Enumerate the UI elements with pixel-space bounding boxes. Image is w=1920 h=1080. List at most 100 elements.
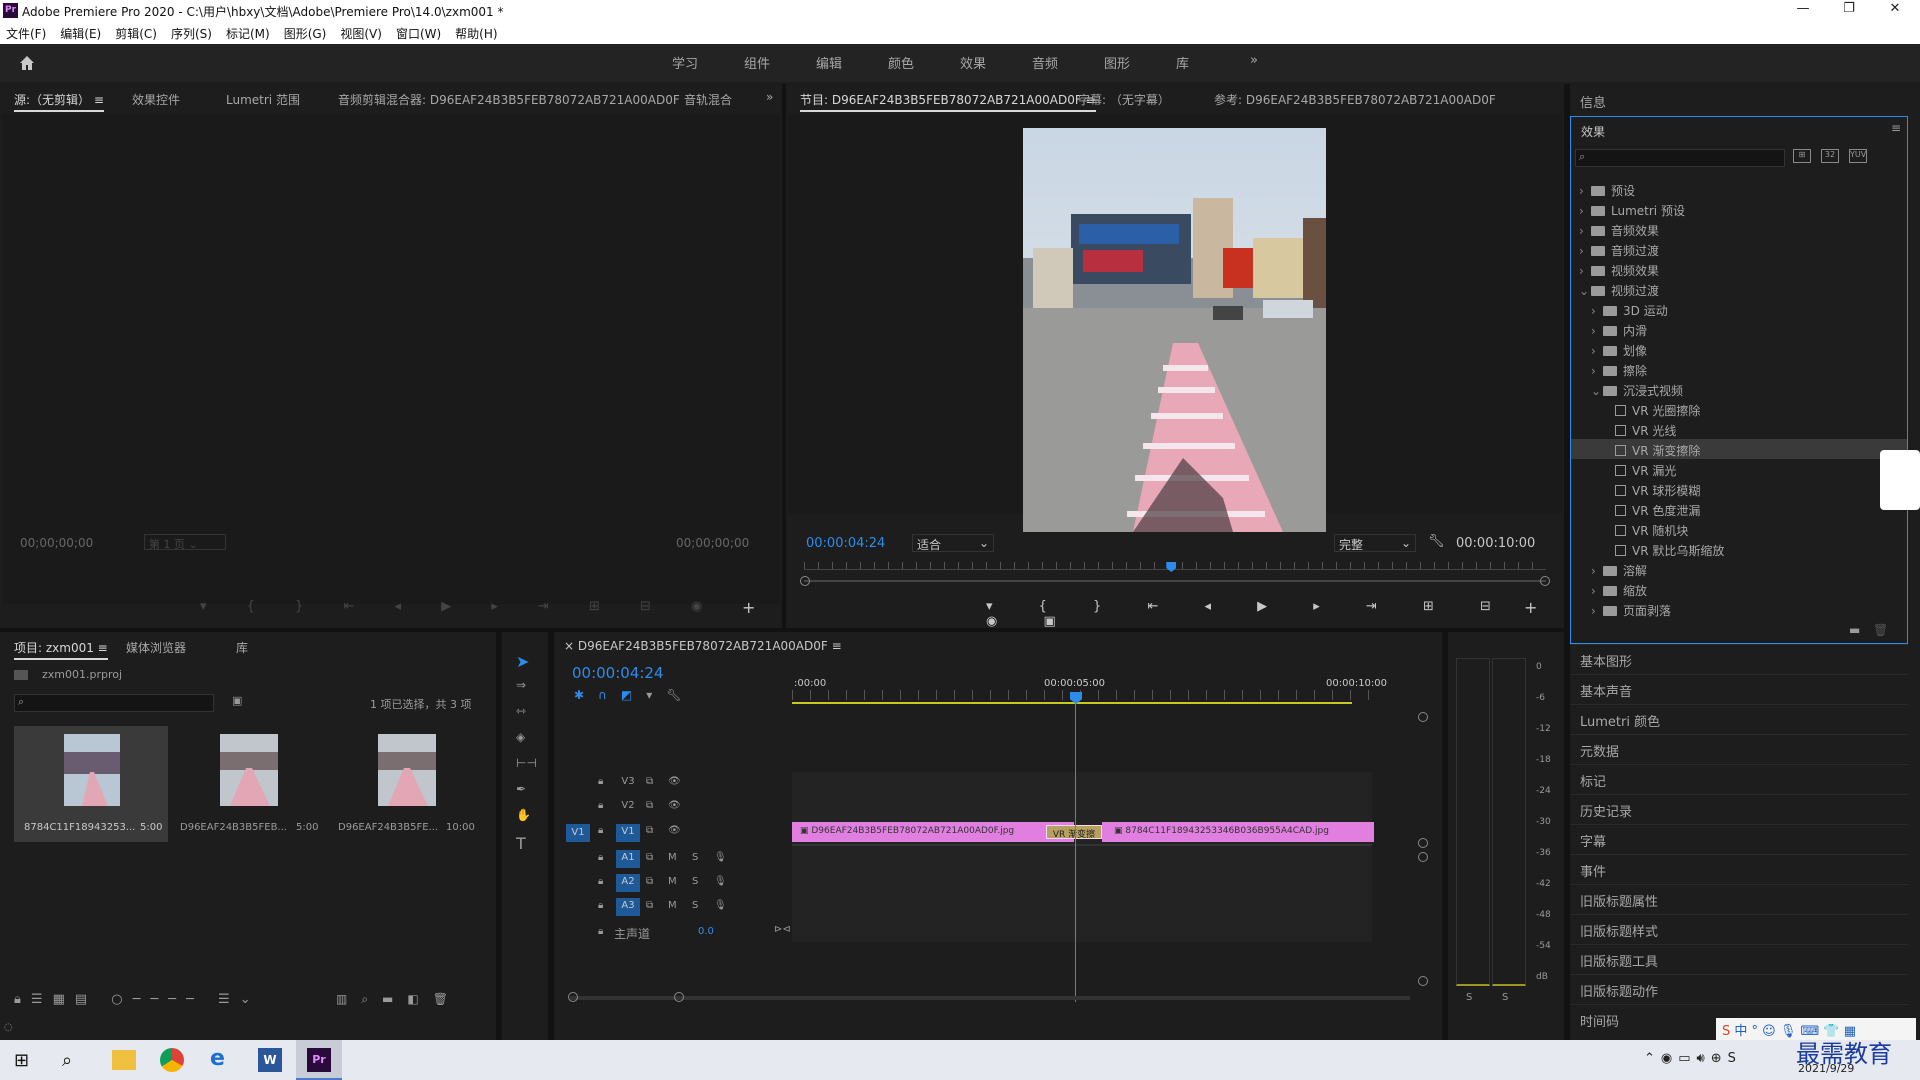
vertical-scroll-handle[interactable] [1418, 838, 1428, 848]
tab-source[interactable]: 源:（无剪辑） ≡ [14, 91, 104, 112]
effects-menu-icon[interactable]: ≡ [1891, 121, 1901, 135]
chevron-right-icon[interactable]: › [1591, 364, 1603, 378]
effects-tree-item[interactable]: VR 色度泄漏 [1571, 499, 1907, 519]
lock-icon[interactable]: 🔒︎ [598, 776, 603, 787]
track-label[interactable]: A1 [616, 850, 640, 868]
mute-button[interactable]: M [668, 876, 677, 887]
ripple-edit-tool-icon[interactable]: ⇿ [516, 704, 526, 718]
file-explorer-icon[interactable] [112, 1050, 136, 1070]
track-label[interactable]: A3 [616, 898, 640, 916]
workspace-audio[interactable]: 音频 [1032, 53, 1058, 72]
tab-program[interactable]: 节目: D96EAF24B3B5FEB78072AB721A00AD0F ≡ [800, 91, 1096, 112]
effects-tree-item[interactable]: ⌄ 视频过渡 [1571, 279, 1907, 299]
quality-select[interactable]: 完整 ⌄ [1334, 534, 1416, 552]
track-label[interactable]: V2 [616, 800, 640, 811]
fit-select[interactable]: 适合 ⌄ [912, 534, 994, 552]
timeline-zoom-handle[interactable] [674, 992, 684, 1002]
work-area-bar[interactable] [792, 702, 1352, 704]
project-item[interactable]: D96EAF24B3B5FE... 10:00 [330, 726, 484, 842]
effects-tree-item[interactable]: › 划像 [1571, 339, 1907, 359]
mic-icon[interactable]: 🎙︎ [714, 852, 727, 863]
scroll-handle[interactable] [1880, 450, 1920, 510]
timeline-clip[interactable]: ▣ D96EAF24B3B5FEB78072AB721A00AD0F.jpg [792, 822, 1074, 842]
minimize-icon[interactable]: — [1780, 1, 1826, 21]
menu-file[interactable]: 文件(F) [6, 25, 46, 42]
tab-audio-track-mixer[interactable]: 音轨混合 [684, 91, 744, 108]
lock-icon[interactable]: 🔒︎ [598, 852, 603, 863]
effects-tree-item[interactable]: VR 默比乌斯缩放 [1571, 539, 1907, 559]
solo-button[interactable]: S [692, 852, 698, 863]
side-panel-tab[interactable]: 标记 [1570, 764, 1908, 793]
effects-tree-item[interactable]: VR 球形模糊 [1571, 479, 1907, 499]
selection-tool-icon[interactable]: ➤ [516, 652, 529, 671]
side-panel-tab[interactable]: 旧版标题工具 [1570, 944, 1908, 973]
new-search-bin-icon[interactable]: ▣ [232, 694, 242, 707]
track-label[interactable]: V3 [616, 776, 640, 787]
effects-tree-item[interactable]: › 缩放 [1571, 579, 1907, 599]
meter-solo-button[interactable]: S [1466, 992, 1472, 1003]
track-select-tool-icon[interactable]: ⇒ [516, 678, 526, 692]
eye-icon[interactable]: 👁︎ [668, 776, 681, 787]
workspace-libraries[interactable]: 库 [1176, 53, 1189, 72]
slip-tool-icon[interactable]: ⊢⊣ [516, 756, 537, 770]
vertical-scroll-handle[interactable] [1418, 976, 1428, 986]
lock-icon[interactable]: 🔒︎ [598, 900, 603, 911]
timeline-scrollbar[interactable] [570, 996, 1410, 1000]
effects-tree-item[interactable]: › 擦除 [1571, 359, 1907, 379]
program-playhead[interactable] [1166, 562, 1177, 572]
source-patch-v1[interactable]: V1 [566, 824, 590, 842]
timeline-timecode[interactable]: 00:00:04:24 [572, 664, 664, 682]
timeline-zoom-handle[interactable] [568, 992, 578, 1002]
workspace-graphics[interactable]: 图形 [1104, 53, 1130, 72]
timeline-tools[interactable]: ✱∩◩▾🔧︎ [574, 688, 695, 702]
restore-icon[interactable]: ❐ [1826, 1, 1872, 21]
project-item[interactable]: D96EAF24B3B5FEB... 5:00 [172, 726, 326, 842]
master-volume-value[interactable]: 0.0 [698, 926, 714, 937]
side-panel-tab[interactable]: 元数据 [1570, 734, 1908, 763]
lock-icon[interactable]: 🔒︎ [598, 825, 603, 836]
search-icon[interactable]: ⌕ [62, 1050, 72, 1071]
mute-button[interactable]: M [668, 900, 677, 911]
side-panel-tab[interactable]: 旧版标题样式 [1570, 914, 1908, 943]
program-timecode[interactable]: 00:00:04:24 [806, 536, 885, 551]
effects-tree-item[interactable]: › 页面剥落 [1571, 599, 1907, 619]
effects-tree-item[interactable]: › 3D 运动 [1571, 299, 1907, 319]
project-item[interactable]: 8784C11F18943253... 5:00 [14, 726, 168, 842]
timeline-clip[interactable]: ▣ 8784C11F18943253346B036B955A4CAD.jpg [1102, 822, 1374, 842]
sync-icon[interactable]: ⧉ [646, 876, 653, 887]
tab-lumetri-scopes[interactable]: Lumetri 范围 [226, 91, 300, 108]
effects-title[interactable]: 效果 [1581, 123, 1605, 140]
sync-icon[interactable]: ⧉ [646, 852, 653, 863]
effects-tree-item[interactable]: VR 光线 [1571, 419, 1907, 439]
chrome-icon[interactable] [160, 1048, 184, 1072]
yuv-effects-icon[interactable]: YUV [1849, 149, 1867, 163]
chevron-right-icon[interactable]: › [1579, 184, 1591, 198]
vertical-scroll-handle[interactable] [1418, 852, 1428, 862]
effects-tree-item[interactable]: VR 渐变擦除 [1571, 439, 1907, 459]
tab-libraries[interactable]: 库 [236, 639, 248, 656]
program-transport-controls[interactable]: ▾ { } ⇤ ◂ ▶ ▸ ⇥ ⊞ ⊟ ◉ ▣ [986, 599, 1564, 629]
project-search-field[interactable]: ⌕ [14, 694, 214, 712]
effects-search-input[interactable] [1592, 151, 1778, 165]
effects-tree-item[interactable]: VR 漏光 [1571, 459, 1907, 479]
workspace-learn[interactable]: 学习 [672, 53, 698, 72]
new-bin-icon[interactable]: ▬ [1849, 623, 1860, 637]
side-panel-tab[interactable]: 旧版标题动作 [1570, 974, 1908, 1003]
menu-edit[interactable]: 编辑(E) [60, 25, 101, 42]
chevron-right-icon[interactable]: › [1591, 304, 1603, 318]
master-expand-icon[interactable]: ⊳⊲ [774, 924, 791, 935]
tab-project[interactable]: 项目: zxm001 ≡ [14, 639, 108, 660]
chevron-right-icon[interactable]: › [1591, 324, 1603, 338]
effects-tree-item[interactable]: ⌄ 沉浸式视频 [1571, 379, 1907, 399]
mic-icon[interactable]: 🎙︎ [714, 876, 727, 887]
program-zoom-scrollbar[interactable] [804, 580, 1546, 582]
lock-icon[interactable]: 🔒︎ [598, 926, 603, 937]
side-panel-tab[interactable]: 旧版标题属性 [1570, 884, 1908, 913]
sync-icon[interactable]: ⧉ [646, 776, 653, 787]
tab-media-browser[interactable]: 媒体浏览器 [126, 639, 186, 656]
effects-tree-item[interactable]: › 预设 [1571, 179, 1907, 199]
zoom-handle-right[interactable] [1540, 576, 1550, 586]
delete-effect-icon[interactable]: 🗑︎ [1873, 623, 1888, 637]
source-add-button[interactable]: + [742, 598, 755, 617]
pen-tool-icon[interactable]: ✒ [516, 782, 526, 796]
